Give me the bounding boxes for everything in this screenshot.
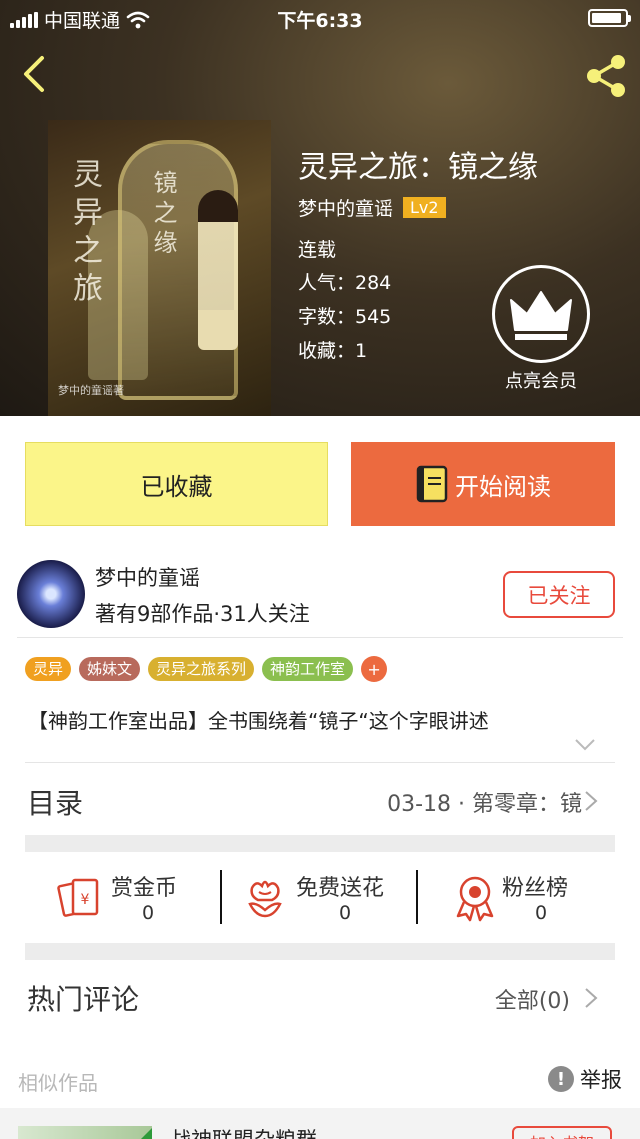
tag-item[interactable]: 神韵工作室 [262,657,354,681]
medal-icon [456,876,494,922]
book-author[interactable]: 梦中的童谣 [298,194,393,221]
send-flower-count: 0 [338,902,352,924]
divider [25,762,615,763]
status-bar: 中国联通 下午6:33 [0,0,640,36]
crown-icon [510,291,572,340]
book-title: 灵异之旅：镜之缘 [298,150,538,185]
book-summary[interactable]: 【神韵工作室出品】全书围绕着“镜子“这个字眼讲述 [28,705,618,734]
reward-coins-label: 赏金币 [111,876,178,901]
reward-coins-button[interactable]: ¥ 赏金币 0 [57,866,207,932]
similar-work-title: 战神联盟杂粮群 [170,1124,317,1139]
follow-button[interactable]: 已关注 [503,571,615,618]
reward-coins-count: 0 [141,902,155,924]
tag-item[interactable]: 灵异 [25,657,72,681]
warning-icon: ! [548,1066,574,1092]
chevron-right-icon [585,988,598,1008]
status-time: 下午6:33 [277,10,363,32]
divider [17,637,623,638]
vip-label: 点亮会员 [505,371,577,392]
divider [416,870,418,924]
add-tag-button[interactable]: + [361,656,388,682]
book-popularity: 人气：284 [298,272,392,294]
share-icon[interactable] [580,50,632,102]
chevron-down-icon[interactable] [574,738,596,752]
book-word-count: 字数：545 [298,306,392,328]
report-button[interactable]: ! 举报 [548,1064,622,1094]
toc-label: 目录 [27,787,84,820]
all-comments-link[interactable]: 全部(0) [495,983,570,1015]
author-avatar[interactable] [17,560,85,628]
svg-text:¥: ¥ [81,892,90,908]
author-name[interactable]: 梦中的童谣 [95,562,200,592]
book-header: 中国联通 下午6:33 灵异之旅 镜之缘 梦中的童谣著 灵异之旅：镜之缘 梦中的… [0,0,640,416]
book-favorites: 收藏：1 [298,340,368,362]
send-flower-label: 免费送花 [296,876,385,901]
section-separator [25,943,615,960]
hot-comments-label: 热门评论 [27,983,140,1016]
back-icon[interactable] [14,52,58,96]
section-separator [25,835,615,852]
collected-label: 已收藏 [140,472,213,501]
chevron-right-icon [585,791,598,811]
vip-button[interactable]: 点亮会员 [492,265,590,392]
fan-ranking-count: 0 [534,902,548,924]
add-to-shelf-button[interactable]: 加入书架 [512,1126,612,1139]
similar-work-item[interactable]: 战神联盟杂粮群 加入书架 [0,1108,640,1139]
fan-ranking-label: 粉丝榜 [502,876,569,901]
report-label: 举报 [580,1068,622,1092]
fan-ranking-button[interactable]: 粉丝榜 0 [452,866,602,932]
start-reading-label: 开始阅读 [455,472,551,501]
similar-works-label: 相似作品 [18,1071,98,1095]
cover-title: 灵异之旅 [67,158,102,310]
tag-item[interactable]: 灵异之旅系列 [148,657,255,681]
cover-subtitle: 镜之缘 [149,170,177,260]
author-stats: 著有9部作品·31人关注 [95,602,310,626]
corner-ribbon [140,1128,152,1139]
toc-latest-chapter: 03-18 · 第零章：镜 [387,792,582,817]
tag-list: 灵异 姊妹文 灵异之旅系列 神韵工作室 + [25,656,388,682]
book-status: 连载 [298,239,337,261]
author-level-badge: Lv2 [403,197,446,218]
book-cover[interactable]: 灵异之旅 镜之缘 梦中的童谣著 [48,120,271,416]
tag-item[interactable]: 姊妹文 [79,657,141,681]
book-icon [416,465,448,503]
divider [220,870,222,924]
flower-icon [248,880,282,918]
similar-work-cover [18,1126,152,1139]
red-envelope-icon: ¥ [57,878,99,917]
send-flower-button[interactable]: 免费送花 0 [242,866,412,932]
start-reading-button[interactable]: 开始阅读 [351,442,615,526]
battery-icon [588,9,631,27]
follow-label: 已关注 [527,583,591,608]
collected-button[interactable]: 已收藏 [25,442,328,526]
cover-credit: 梦中的童谣著 [58,384,124,397]
